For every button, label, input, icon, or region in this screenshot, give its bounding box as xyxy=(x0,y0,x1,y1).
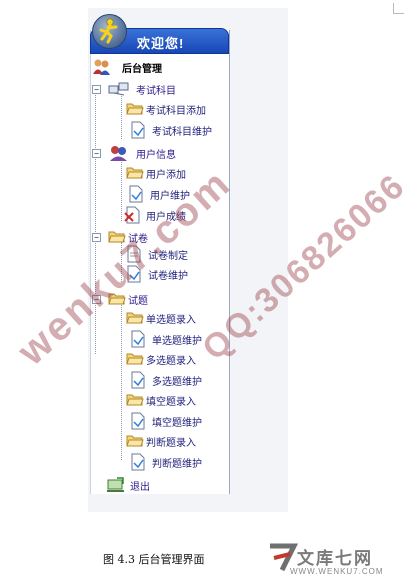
document-icon xyxy=(130,330,148,348)
tree-guide xyxy=(121,159,122,221)
collapse-toggle-icon[interactable]: − xyxy=(92,149,101,158)
tree-item-true-false-add[interactable]: 判断题录入 xyxy=(126,432,236,450)
exit-computer-icon xyxy=(106,476,124,494)
folder-open-icon xyxy=(126,391,144,409)
header-title: 欢迎您! xyxy=(137,36,185,51)
tree-item-multi-choice-maintain[interactable]: 多选题维护 xyxy=(130,371,240,389)
tree-item-label: 填空题录入 xyxy=(146,397,196,408)
collapse-toggle-icon[interactable]: − xyxy=(92,233,101,242)
document-icon xyxy=(130,412,148,430)
tree-item-label: 多选题维护 xyxy=(152,377,202,388)
tree-category-user-info[interactable]: − 用户信息 xyxy=(92,144,222,162)
exit-label: 退出 xyxy=(130,482,150,493)
tree-item-subject-maintain[interactable]: 考试科目维护 xyxy=(130,121,240,139)
tree-root-admin[interactable]: 后台管理 xyxy=(92,58,212,76)
folder-open-icon xyxy=(126,432,144,450)
network-computers-icon xyxy=(108,80,129,98)
figure-caption: 图 4.3 后台管理界面 xyxy=(103,553,205,566)
tree-guide xyxy=(121,94,122,139)
tree-item-label: 填空题维护 xyxy=(152,418,202,429)
document-icon xyxy=(130,453,148,471)
runner-logo-icon xyxy=(92,14,127,49)
user-group-icon xyxy=(108,144,127,162)
exit-link[interactable]: 退出 xyxy=(106,476,186,494)
folder-open-icon xyxy=(126,309,144,327)
document-icon xyxy=(128,185,146,203)
tree-item-label: 考试科目维护 xyxy=(152,127,212,138)
folder-open-icon xyxy=(126,100,144,118)
brand-logo: 文库七网 WWW.WENKU7.COM xyxy=(268,540,418,580)
folder-open-icon xyxy=(126,350,144,368)
tree-item-true-false-maintain[interactable]: 判断题维护 xyxy=(130,453,240,471)
tree-item-label: 用户添加 xyxy=(146,170,186,181)
document-delete-icon xyxy=(124,206,142,224)
crop-mark xyxy=(393,3,404,14)
tree-item-label: 考试科目添加 xyxy=(146,106,206,117)
document-icon xyxy=(130,121,148,139)
collapse-toggle-icon[interactable]: − xyxy=(92,85,101,94)
document-icon xyxy=(130,371,148,389)
tree-item-subject-add[interactable]: 考试科目添加 xyxy=(126,100,236,118)
tree-item-label: 判断题维护 xyxy=(152,459,202,470)
tree-item-fill-blank-maintain[interactable]: 填空题维护 xyxy=(130,412,240,430)
folder-open-icon xyxy=(126,164,144,182)
tree-item-fill-blank-add[interactable]: 填空题录入 xyxy=(126,391,236,409)
users-group-icon xyxy=(92,58,110,76)
brand-url: WWW.WENKU7.COM xyxy=(290,567,384,576)
tree-item-label: 多选题录入 xyxy=(146,356,196,367)
tree-item-label: 单选题录入 xyxy=(146,315,196,326)
brand-name: 文库七网 xyxy=(297,549,373,569)
tree-category-label: 试题 xyxy=(128,296,148,307)
tree-guide xyxy=(121,305,122,460)
tree-category-label: 考试科目 xyxy=(136,86,176,97)
tree-category-label: 用户信息 xyxy=(136,150,176,161)
tree-item-label: 判断题录入 xyxy=(146,438,196,449)
tree-category-exam-subjects[interactable]: − 考试科目 xyxy=(92,80,222,98)
tree-root-label: 后台管理 xyxy=(122,64,162,75)
